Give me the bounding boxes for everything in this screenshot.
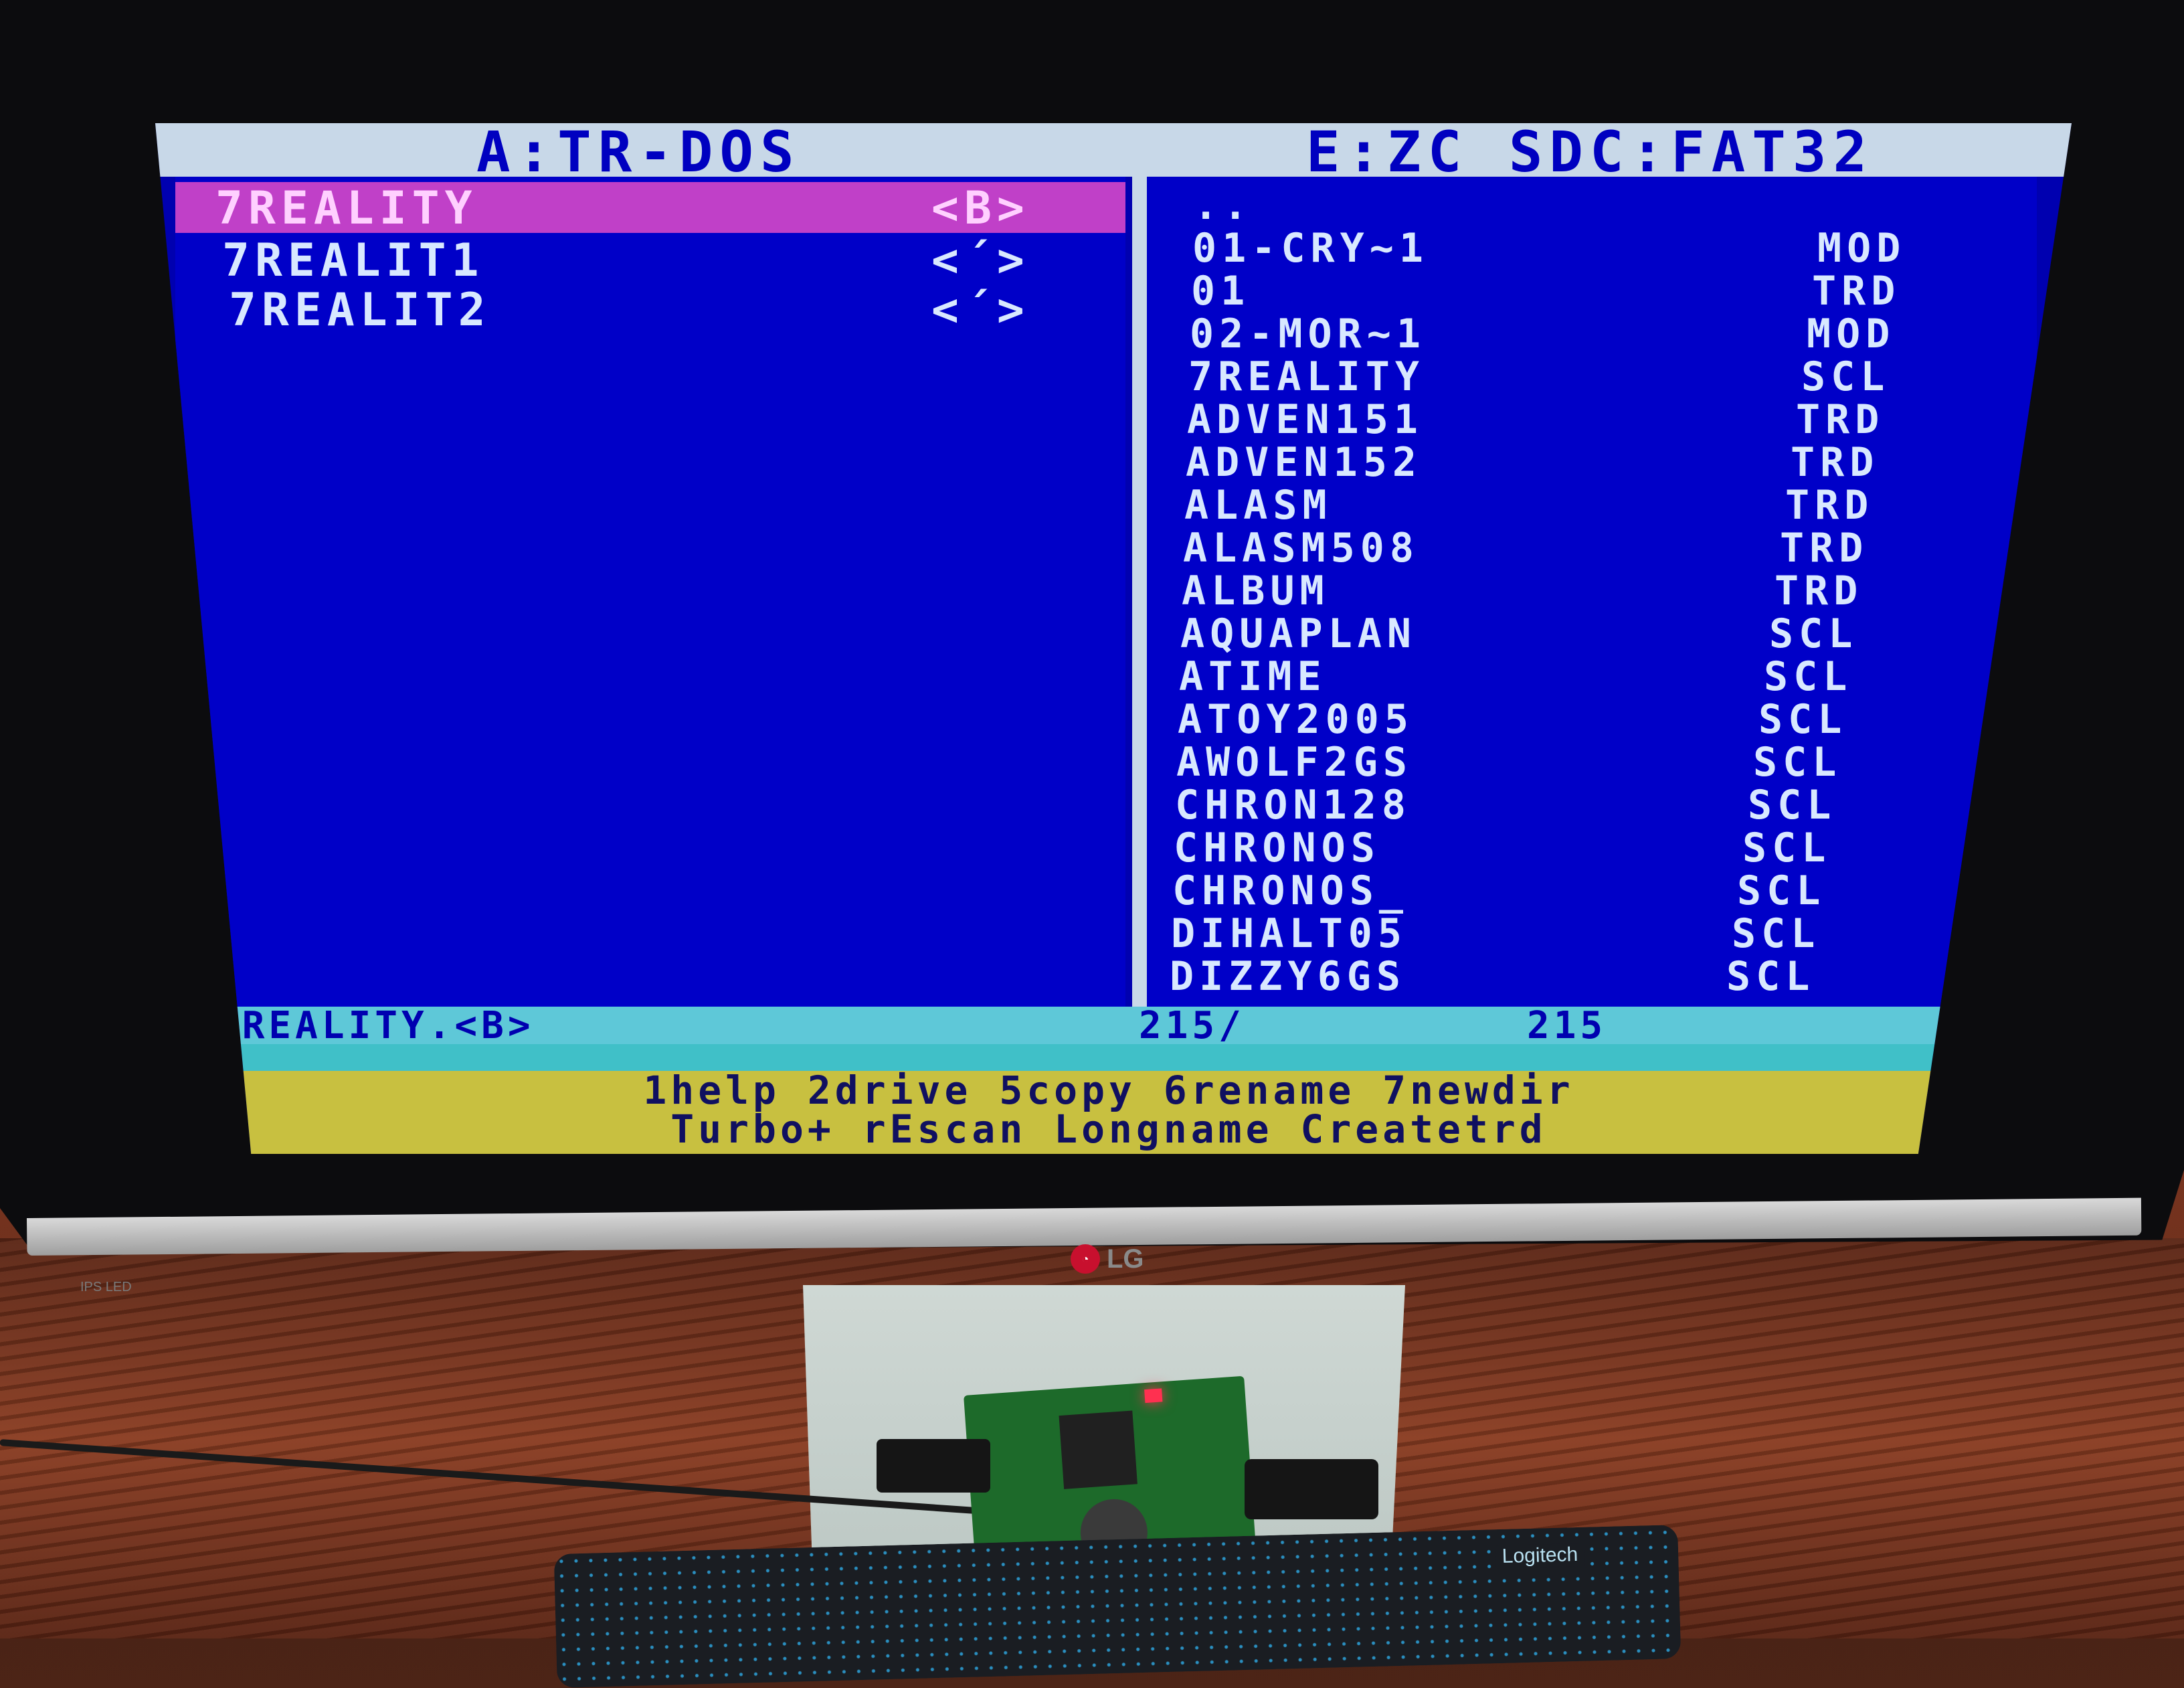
right-file-row[interactable]: .. bbox=[1147, 182, 2037, 229]
keyboard: Logitech bbox=[553, 1525, 1681, 1688]
lg-circle-icon: ◔ bbox=[1071, 1244, 1100, 1274]
panel-label: IPS LED bbox=[80, 1280, 132, 1294]
right-file-panel[interactable]: .. 01-CRY~1 MOD 01 TRD 02-MOR~1 MOD 7REALITY SCL… bbox=[1147, 177, 2037, 1020]
right-file-row[interactable]: 02-MOR~1 MOD bbox=[1147, 311, 2037, 357]
current-file-label: 7REALITY.<B> bbox=[215, 1004, 535, 1047]
right-file-row[interactable]: 01 TRD bbox=[1147, 268, 2037, 315]
file-total: 215 bbox=[1527, 1004, 1607, 1047]
right-file-row[interactable]: ADVEN152 TRD bbox=[1147, 439, 2037, 486]
file-name: 01-CRY~1 bbox=[1192, 225, 1429, 272]
file-name: ALASM508 bbox=[1183, 525, 1419, 572]
file-name: DIHALT05 bbox=[1171, 910, 1407, 957]
file-ext: SCL bbox=[1726, 953, 1815, 1000]
file-name: DIZZY6GS bbox=[1170, 953, 1406, 1000]
file-name: 7REALIT1 bbox=[222, 234, 484, 287]
file-ext: TRD bbox=[1785, 482, 1874, 529]
help-line-1: 1help 2drive 5copy 6rename 7newdir bbox=[643, 1068, 1574, 1113]
file-name: 01 bbox=[1191, 268, 1251, 315]
file-ext: <B> bbox=[931, 182, 1030, 235]
commander-screen: A:TR-DOS E:ZC SDC:FAT32 7REALITY <B> 7RE… bbox=[155, 123, 2072, 1154]
left-file-row[interactable]: 7REALIT1 <´> bbox=[175, 234, 1125, 287]
lg-logo: ◔ LG bbox=[1071, 1244, 1144, 1274]
file-name: ADVEN151 bbox=[1187, 396, 1423, 443]
keyboard-brand: Logitech bbox=[1495, 1543, 1585, 1569]
file-name: CHRONOS_ bbox=[1172, 867, 1408, 914]
right-file-row[interactable]: ADVEN151 TRD bbox=[1147, 396, 2037, 443]
file-name: AWOLF2GS bbox=[1176, 739, 1413, 786]
file-name: 7REALIT2 bbox=[229, 284, 491, 337]
file-ext: TRD bbox=[1780, 525, 1869, 572]
status-band bbox=[175, 1044, 2042, 1071]
left-drive-title: A:TR-DOS bbox=[476, 119, 801, 185]
file-ext: TRD bbox=[1812, 268, 1901, 315]
file-ext: <´> bbox=[931, 284, 1030, 337]
file-ext: MOD bbox=[1807, 311, 1896, 357]
file-ext: TRD bbox=[1774, 568, 1863, 614]
file-name: ATOY2005 bbox=[1178, 696, 1414, 743]
file-ext: SCL bbox=[1753, 739, 1842, 786]
file-name: ATIME bbox=[1179, 653, 1327, 700]
right-file-row[interactable]: DIZZY6GS SCL bbox=[1147, 953, 2037, 1000]
file-name: CHRON128 bbox=[1175, 782, 1411, 829]
file-ext: SCL bbox=[1732, 910, 1821, 957]
file-name: 7REALITY bbox=[215, 182, 478, 235]
right-file-row[interactable]: CHRONOS SCL bbox=[1147, 825, 2037, 871]
file-ext: SCL bbox=[1769, 610, 1858, 657]
right-drive-title: E:ZC SDC:FAT32 bbox=[1306, 119, 1874, 185]
right-file-row[interactable]: ATOY2005 SCL bbox=[1147, 696, 2037, 743]
file-ext: SCL bbox=[1737, 867, 1826, 914]
right-file-row[interactable]: ALASM508 TRD bbox=[1147, 525, 2037, 572]
file-ext: TRD bbox=[1796, 396, 1885, 443]
file-ext: SCL bbox=[1742, 825, 1831, 871]
function-key-help: 1help 2drive 5copy 6rename 7newdir Turbo… bbox=[175, 1071, 2042, 1154]
red-led bbox=[1144, 1388, 1163, 1404]
chip bbox=[1059, 1410, 1138, 1489]
right-file-row[interactable]: DIHALT05 SCL bbox=[1147, 910, 2037, 957]
file-name: ADVEN152 bbox=[1186, 439, 1422, 486]
file-name: CHRONOS bbox=[1174, 825, 1380, 871]
right-file-row[interactable]: AQUAPLAN SCL bbox=[1147, 610, 2037, 657]
file-ext: TRD bbox=[1791, 439, 1880, 486]
file-name: ALBUM bbox=[1182, 568, 1330, 614]
file-ext: <´> bbox=[931, 234, 1030, 287]
status-bar: 7REALITY.<B> 215/ 215 bbox=[175, 1004, 2042, 1047]
right-file-row[interactable]: ALASM TRD bbox=[1147, 482, 2037, 529]
left-file-row[interactable]: 7REALITY <B> bbox=[175, 182, 1125, 235]
file-ext: SCL bbox=[1801, 353, 1890, 400]
file-ext: MOD bbox=[1817, 225, 1906, 272]
right-file-row[interactable]: CHRONOS_ SCL bbox=[1147, 867, 2037, 914]
file-name: .. bbox=[1194, 182, 1253, 229]
file-ext: SCL bbox=[1758, 696, 1847, 743]
right-file-row[interactable]: 01-CRY~1 MOD bbox=[1147, 225, 2037, 272]
left-file-row[interactable]: 7REALIT2 <´> bbox=[175, 284, 1125, 337]
right-file-row[interactable]: ALBUM TRD bbox=[1147, 568, 2037, 614]
right-file-row[interactable]: CHRON128 SCL bbox=[1147, 782, 2037, 829]
file-name: 7REALITY bbox=[1188, 353, 1425, 400]
file-name: AQUAPLAN bbox=[1180, 610, 1417, 657]
file-ext: SCL bbox=[1748, 782, 1837, 829]
help-line-2: Turbo+ rEscan Longname Createtrd bbox=[670, 1106, 1547, 1152]
file-position: 215/ bbox=[1139, 1004, 1245, 1047]
right-file-row[interactable]: AWOLF2GS SCL bbox=[1147, 739, 2037, 786]
file-name: ALASM bbox=[1184, 482, 1332, 529]
left-file-panel[interactable]: 7REALITY <B> 7REALIT1 <´> 7REALIT2 <´> bbox=[175, 177, 1125, 1013]
usb-plug bbox=[1245, 1459, 1378, 1519]
lg-brand-text: LG bbox=[1107, 1244, 1144, 1274]
file-ext: SCL bbox=[1764, 653, 1853, 700]
file-name: 02-MOR~1 bbox=[1190, 311, 1426, 357]
right-file-row[interactable]: ATIME SCL bbox=[1147, 653, 2037, 700]
hdmi-plug bbox=[877, 1439, 990, 1493]
panel-divider bbox=[1132, 177, 1147, 1020]
panel-header-bar: A:TR-DOS E:ZC SDC:FAT32 bbox=[155, 123, 2072, 185]
right-file-row[interactable]: 7REALITY SCL bbox=[1147, 353, 2037, 400]
